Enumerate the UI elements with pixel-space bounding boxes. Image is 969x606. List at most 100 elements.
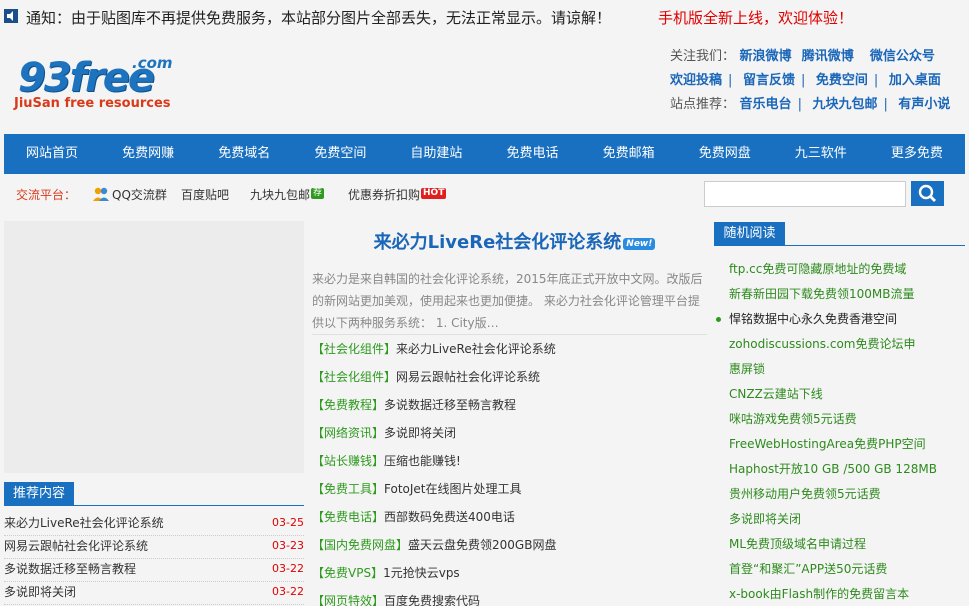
recommend-item[interactable]: 多说即将关闭 03-22 [4, 582, 304, 605]
link-submit[interactable]: 欢迎投稿 [670, 73, 722, 88]
qq-group-link[interactable]: QQ交流群 [92, 186, 167, 203]
link-audio-novel[interactable]: 有声小说 [898, 97, 950, 112]
article-item[interactable]: 【网页特效】百度免费搜索代码 [312, 587, 707, 606]
search-input[interactable] [704, 181, 906, 207]
site-logo[interactable]: .com 93free JiuSan free resources [14, 52, 184, 116]
article-category[interactable]: 【免费电话】 [312, 510, 384, 524]
nav-free-domain[interactable]: 免费域名 [196, 134, 292, 174]
search-button[interactable] [911, 181, 944, 206]
recommend-item-date: 03-22 [272, 562, 304, 575]
recommend-item[interactable]: 来必力LiveRe社会化评论系统 03-25 [4, 513, 304, 536]
recommend-list: 来必力LiveRe社会化评论系统 03-25 网易云跟帖社会化评论系统 03-2… [4, 513, 304, 605]
mobile-notice-link[interactable]: 手机版全新上线，欢迎体验！ [658, 7, 853, 28]
exchange-label: 交流平台： [16, 188, 77, 202]
nav-free-space[interactable]: 免费空间 [292, 134, 388, 174]
nav-home[interactable]: 网站首页 [4, 134, 100, 174]
article-item[interactable]: 【免费电话】西部数码免费送400电话 [312, 503, 707, 531]
link-free-space[interactable]: 免费空间 [816, 73, 868, 88]
random-item[interactable]: 首登“和聚汇”APP送50元话费 [714, 557, 965, 582]
recommend-tab: 推荐内容 [4, 482, 74, 506]
featured-section: 来必力LiveRe社会化评论系统 New! 来必力是来自韩国的社会化评论系统，20… [312, 228, 707, 606]
article-category[interactable]: 【网页特效】 [312, 594, 384, 606]
article-category[interactable]: 【免费工具】 [312, 482, 384, 496]
link-wechat[interactable]: 微信公众号 [870, 49, 935, 64]
article-item[interactable]: 【社会化组件】来必力LiveRe社会化评论系统 [312, 335, 707, 363]
qq-users-icon [93, 187, 109, 201]
featured-title: 来必力LiveRe社会化评论系统 [373, 232, 622, 253]
nav-free-drive[interactable]: 免费网盘 [677, 134, 773, 174]
coupon-text: 优惠券折扣购 [348, 188, 421, 202]
article-title[interactable]: 西部数码免费送400电话 [384, 510, 515, 524]
article-item[interactable]: 【站长赚钱】压缩也能赚钱! [312, 447, 707, 475]
random-item[interactable]: 惠屏锁 [714, 357, 965, 382]
featured-title-row[interactable]: 来必力LiveRe社会化评论系统 New! [322, 228, 707, 254]
jiukuai-link[interactable]: 九块九包邮荐 [250, 186, 325, 203]
article-title[interactable]: 1元抢快云vps [383, 566, 460, 580]
recommend-item[interactable]: 网易云跟帖社会化评论系统 03-23 [4, 536, 304, 559]
article-title[interactable]: 多说即将关闭 [384, 426, 456, 440]
nav-93-software[interactable]: 九三软件 [773, 134, 869, 174]
article-category[interactable]: 【国内免费网盘】 [312, 538, 408, 552]
recommend-item-title: 网易云跟帖社会化评论系统 [4, 539, 149, 553]
random-item[interactable]: ML免费顶级域名申请过程 [714, 532, 965, 557]
exchange-bar: 交流平台： QQ交流群 百度贴吧 九块九包邮荐 优惠券折扣购 HOT [4, 174, 965, 212]
baidu-tieba-link[interactable]: 百度贴吧 [181, 186, 229, 203]
coupon-link[interactable]: 优惠券折扣购 HOT [348, 186, 447, 203]
header-links: 关注我们： 新浪微博 腾讯微博 微信公众号 欢迎投稿 | 留言反馈 | 免费空间 | … [670, 47, 969, 119]
random-item[interactable]: Haphost开放10 GB /500 GB 128MB [714, 457, 965, 482]
nav-site-builder[interactable]: 自助建站 [388, 134, 484, 174]
article-item[interactable]: 【国内免费网盘】盛天云盘免费领200GB网盘 [312, 531, 707, 559]
follow-row: 关注我们： 新浪微博 腾讯微博 微信公众号 [670, 47, 969, 71]
random-item[interactable]: 新春新田园下载免费领100MB流量 [714, 282, 965, 307]
article-title[interactable]: 网易云跟帖社会化评论系统 [396, 370, 540, 384]
article-category[interactable]: 【免费教程】 [312, 398, 384, 412]
banner-image-placeholder[interactable] [4, 221, 304, 473]
article-title[interactable]: 盛天云盘免费领200GB网盘 [408, 538, 556, 552]
notice-bar: 通知：由于贴图库不再提供免费服务，本站部分图片全部丢失，无法正常显示。请谅解！ … [0, 0, 969, 32]
recommend-item[interactable]: 多说数据迁移至畅言教程 03-22 [4, 559, 304, 582]
link-music-radio[interactable]: 音乐电台 [740, 97, 792, 112]
article-item[interactable]: 【网络资讯】多说即将关闭 [312, 419, 707, 447]
random-item[interactable]: FreeWebHostingArea免费PHP空间 [714, 432, 965, 457]
article-item[interactable]: 【免费工具】FotoJet在线图片处理工具 [312, 475, 707, 503]
random-item[interactable]: 贵州移动用户免费领5元话费 [714, 482, 965, 507]
article-category[interactable]: 【网络资讯】 [312, 426, 384, 440]
article-category[interactable]: 【社会化组件】 [312, 342, 396, 356]
random-item[interactable]: 咪咕游戏免费领5元话费 [714, 407, 965, 432]
logo-main: 93free [18, 55, 155, 101]
random-item[interactable]: CNZZ云建站下线 [714, 382, 965, 407]
article-title[interactable]: 百度免费搜索代码 [384, 594, 480, 606]
link-tencent-weibo[interactable]: 腾讯微博 [802, 49, 854, 64]
article-category[interactable]: 【站长赚钱】 [312, 454, 384, 468]
article-title[interactable]: 来必力LiveRe社会化评论系统 [396, 342, 556, 356]
random-item[interactable]: 多说即将关闭 [714, 507, 965, 532]
random-tab: 随机阅读 [714, 222, 785, 246]
random-item[interactable]: zohodiscussions.com免费论坛申 [714, 332, 965, 357]
link-add-desktop[interactable]: 加入桌面 [889, 73, 941, 88]
random-item[interactable]: x-book由Flash制作的免费留言本 [714, 582, 965, 606]
recommend-divider [4, 505, 304, 506]
search-icon [918, 184, 936, 202]
article-category[interactable]: 【免费VPS】 [312, 566, 383, 580]
logo-subtitle: JiuSan free resources [14, 96, 171, 111]
article-title[interactable]: 多说数据迁移至畅言教程 [384, 398, 516, 412]
link-feedback[interactable]: 留言反馈 [743, 73, 795, 88]
random-list: ftp.cc免费可隐藏原地址的免费域 新春新田园下载免费领100MB流量 悍铭数… [714, 257, 965, 606]
article-item[interactable]: 【免费教程】多说数据迁移至畅言教程 [312, 391, 707, 419]
nav-more-free[interactable]: 更多免费 [869, 134, 965, 174]
article-category[interactable]: 【社会化组件】 [312, 370, 396, 384]
recommend-item-date: 03-25 [272, 516, 304, 529]
new-badge: New! [623, 238, 656, 250]
article-title[interactable]: FotoJet在线图片处理工具 [384, 482, 522, 496]
article-item[interactable]: 【免费VPS】1元抢快云vps [312, 559, 707, 587]
nav-free-email[interactable]: 免费邮箱 [581, 134, 677, 174]
nav-free-phone[interactable]: 免费电话 [484, 134, 580, 174]
link-sina-weibo[interactable]: 新浪微博 [740, 49, 792, 64]
random-item[interactable]: ftp.cc免费可隐藏原地址的免费域 [714, 257, 965, 282]
random-item[interactable]: 悍铭数据中心永久免费香港空间 [714, 307, 965, 332]
article-title[interactable]: 压缩也能赚钱! [384, 454, 461, 468]
article-item[interactable]: 【社会化组件】网易云跟帖社会化评论系统 [312, 363, 707, 391]
link-jiukuai[interactable]: 九块九包邮 [812, 97, 877, 112]
nav-free-earn[interactable]: 免费网赚 [100, 134, 196, 174]
featured-description: 来必力是来自韩国的社会化评论系统，2015年底正式开放中文网。改版后的新网站更加… [312, 268, 707, 335]
